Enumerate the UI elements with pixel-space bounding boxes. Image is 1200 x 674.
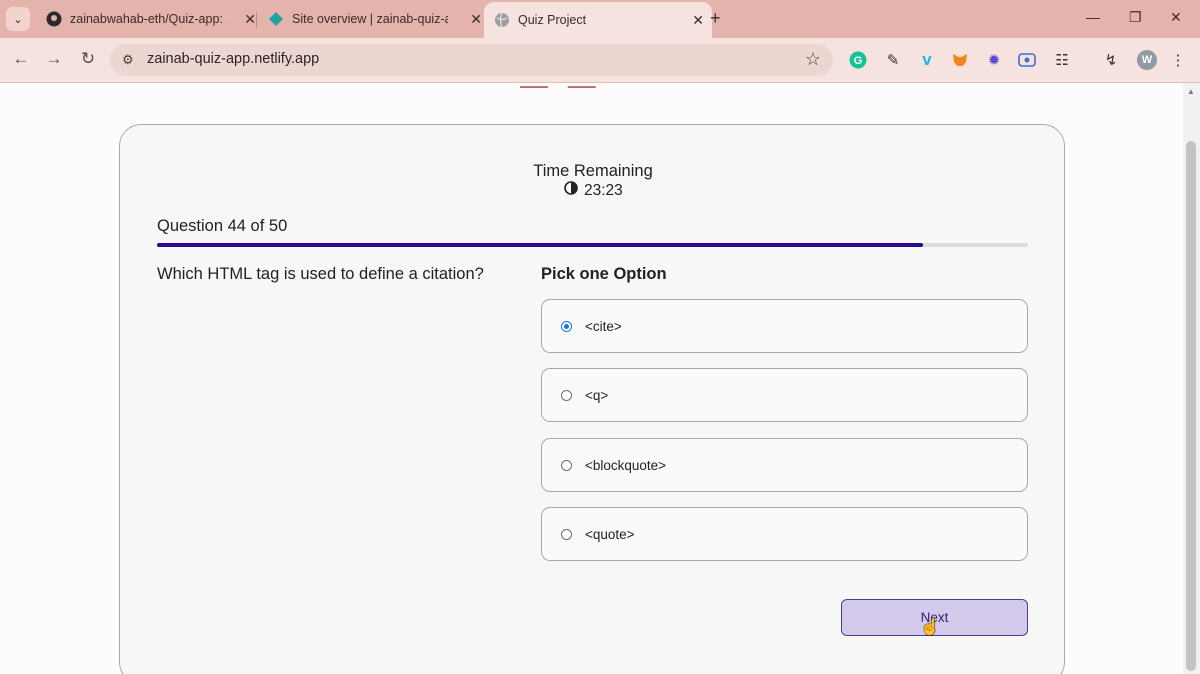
answer-option-label: <cite> (585, 318, 622, 334)
tab-netlify[interactable]: Site overview | zainab-quiz-app ✕ (258, 4, 490, 34)
metamask-icon[interactable] (950, 50, 970, 70)
new-tab-button[interactable]: + (710, 8, 721, 29)
profile-avatar[interactable]: W (1137, 50, 1157, 70)
quiz-card: Time Remaining 23:23 Question 44 of 50 W… (119, 124, 1065, 674)
question-counter: Question 44 of 50 (157, 217, 288, 235)
question-text: Which HTML tag is used to define a citat… (157, 265, 484, 283)
sparkle-extension-icon[interactable]: ✹ (984, 50, 1004, 70)
eyedropper-icon[interactable]: ✎ (883, 50, 903, 70)
browser-toolbar: ← → ↻ ⚙ zainab-quiz-app.netlify.app ☆ G … (0, 38, 1200, 83)
answer-option[interactable]: <quote> (541, 507, 1028, 561)
clock-icon (564, 181, 578, 200)
close-icon[interactable]: ✕ (244, 11, 256, 27)
tab-github[interactable]: zainabwahab-eth/Quiz-app: A c ✕ (36, 4, 264, 34)
options-heading: Pick one Option (541, 265, 667, 283)
restore-icon[interactable]: ❐ (1129, 9, 1142, 26)
tab-title: Site overview | zainab-quiz-app (292, 12, 448, 26)
answer-option[interactable]: <blockquote> (541, 438, 1028, 492)
vimeo-icon[interactable]: v (917, 50, 937, 70)
browser-tab-strip: ⌄ zainabwahab-eth/Quiz-app: A c ✕ Site o… (0, 0, 1200, 38)
tab-divider (256, 12, 257, 28)
bookmark-star-icon[interactable]: ☆ (805, 49, 821, 70)
svg-text:G: G (854, 55, 863, 67)
answer-option-label: <q> (585, 387, 609, 403)
timer-value: 23:23 (584, 181, 623, 199)
answer-option[interactable]: <cite> (541, 299, 1028, 353)
radio-button[interactable] (561, 459, 572, 471)
tab-title: Quiz Project (518, 13, 587, 27)
minimize-icon[interactable]: — (1086, 9, 1100, 25)
tab-search-button[interactable]: ⌄ (6, 7, 30, 31)
close-icon[interactable]: ✕ (470, 11, 482, 27)
radio-button[interactable] (561, 389, 572, 401)
page-scrollbar[interactable]: ▲ (1183, 83, 1200, 674)
reload-icon[interactable]: ↻ (77, 49, 99, 69)
page-viewport: — — Time Remaining 23:23 Question 44 of … (0, 83, 1183, 674)
netlify-icon (268, 11, 284, 27)
address-bar[interactable]: ⚙ zainab-quiz-app.netlify.app ☆ (110, 44, 833, 76)
radio-button[interactable] (561, 320, 572, 332)
radio-button[interactable] (561, 528, 572, 540)
grammarly-icon[interactable]: G (848, 50, 868, 70)
progress-bar-fill (157, 243, 924, 247)
extensions-puzzle-icon[interactable]: ☷ (1052, 50, 1072, 70)
github-icon (46, 11, 62, 27)
performance-icon[interactable]: ↯ (1101, 50, 1121, 70)
back-icon[interactable]: ← (10, 49, 32, 69)
site-info-icon[interactable]: ⚙ (122, 52, 134, 68)
progress-bar (157, 243, 1028, 247)
close-icon[interactable]: ✕ (692, 12, 704, 28)
screen-recorder-icon[interactable] (1017, 50, 1037, 70)
answer-option-label: <quote> (585, 526, 635, 542)
timer: 23:23 (564, 181, 623, 200)
forward-icon[interactable]: → (43, 49, 65, 69)
answer-option-label: <blockquote> (585, 457, 667, 473)
close-window-icon[interactable]: ✕ (1170, 9, 1182, 26)
globe-icon (494, 12, 510, 28)
pointer-hand-icon: ☝ (920, 619, 940, 636)
scroll-up-icon[interactable]: ▲ (1187, 87, 1195, 96)
url-text[interactable]: zainab-quiz-app.netlify.app (147, 51, 319, 67)
page-heading-cut-off: — — (520, 83, 602, 100)
scrollbar-thumb[interactable] (1186, 141, 1196, 671)
tab-title: zainabwahab-eth/Quiz-app: A c (70, 12, 226, 26)
timer-label: Time Remaining (533, 162, 653, 180)
menu-kebab-icon[interactable]: ⋮ (1168, 50, 1188, 70)
tab-quiz-project[interactable]: Quiz Project ✕ (484, 2, 712, 38)
answer-option[interactable]: <q> (541, 368, 1028, 422)
chevron-down-icon: ⌄ (13, 13, 23, 26)
